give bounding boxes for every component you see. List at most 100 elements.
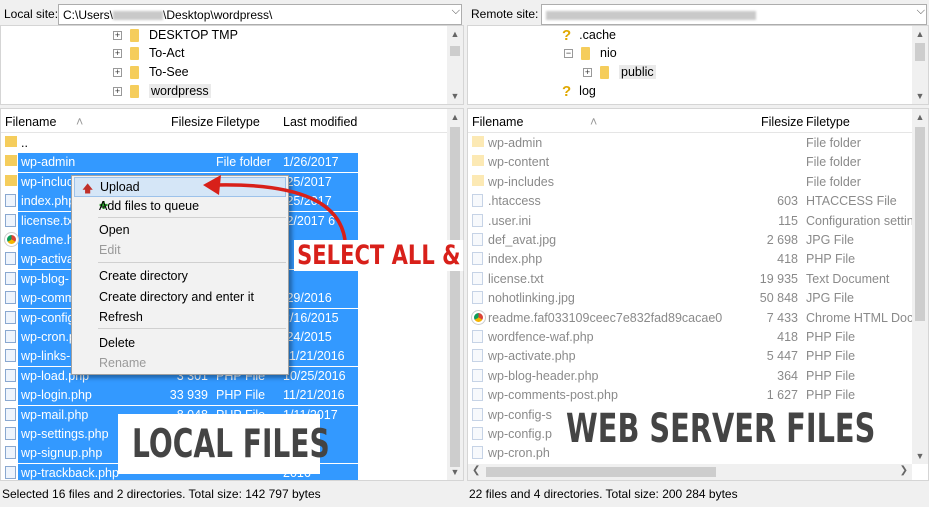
scroll-up-icon[interactable]: ▲ — [912, 26, 928, 42]
file-icon — [5, 271, 16, 285]
remote-hscrollbar[interactable]: ❮ ❯ — [468, 464, 912, 480]
table-row[interactable]: license.txt 19 935 Text Document — [468, 270, 913, 289]
scroll-thumb[interactable] — [450, 46, 460, 56]
local-list-scrollbar[interactable]: ▲ ▼ — [447, 109, 463, 480]
scroll-thumb[interactable] — [486, 467, 716, 477]
col-filetype[interactable]: Filetype — [216, 115, 260, 129]
menu-label: Open — [99, 223, 130, 237]
col-filename[interactable]: Filename — [5, 115, 56, 129]
table-row[interactable]: .. — [1, 134, 446, 153]
tree-item[interactable]: ? .cache — [562, 26, 616, 44]
table-row[interactable]: wp-login.php 33 939 PHP File 11/21/2016 — [1, 386, 446, 405]
scroll-up-icon[interactable]: ▲ — [447, 109, 463, 125]
file-name: wp-activate.php — [488, 349, 576, 364]
file-icon — [472, 233, 483, 246]
menu-item-rename: Rename — [72, 353, 288, 373]
menu-separator — [98, 262, 286, 263]
expand-icon[interactable]: + — [113, 86, 122, 96]
chevron-down-icon[interactable]: ⌵ — [917, 5, 925, 18]
file-size: 418 — [777, 330, 798, 344]
table-row[interactable]: .user.ini 115 Configuration settin — [468, 212, 914, 231]
table-row[interactable]: wp-activate.php 5 447 PHP File — [468, 347, 913, 366]
table-row[interactable]: wp-admin File folder — [468, 134, 913, 153]
tree-item[interactable]: ? log — [562, 82, 596, 100]
file-name: def_avat.jpg — [488, 233, 557, 247]
table-row[interactable]: index.php 418 PHP File — [468, 250, 913, 269]
file-name: wp-signup.php — [21, 446, 103, 461]
scroll-right-icon[interactable]: ❯ — [900, 465, 908, 476]
col-filename[interactable]: Filename — [472, 115, 523, 129]
col-filesize[interactable]: Filesize — [171, 115, 213, 129]
scroll-down-icon[interactable]: ▼ — [447, 88, 463, 104]
file-size: 603 — [777, 194, 798, 209]
table-row[interactable]: wp-comments-post.php 1 627 PHP File — [468, 386, 913, 405]
menu-item-delete[interactable]: Delete — [72, 333, 288, 353]
table-row[interactable]: wp-content File folder — [468, 153, 913, 172]
table-row[interactable]: wordfence-waf.php 418 PHP File — [468, 328, 913, 347]
scroll-down-icon[interactable]: ▼ — [447, 464, 463, 480]
menu-item-refresh[interactable]: Refresh — [72, 307, 288, 327]
scroll-up-icon[interactable]: ▲ — [447, 26, 463, 42]
annotation-arrow — [203, 175, 347, 241]
file-type: PHP File — [806, 252, 856, 267]
table-row[interactable]: wp-blog-header.php 364 PHP File — [468, 367, 913, 386]
tree-scrollbar[interactable]: ▲ ▼ — [912, 26, 928, 104]
expand-icon[interactable]: + — [113, 67, 122, 77]
menu-separator — [98, 328, 286, 329]
local-site-input[interactable]: C:\Users\ \Desktop\wordpress\ — [58, 4, 462, 25]
scroll-down-icon[interactable]: ▼ — [912, 448, 928, 464]
scroll-thumb[interactable] — [915, 43, 925, 61]
file-icon — [5, 388, 16, 402]
file-icon — [5, 407, 16, 421]
chevron-down-icon[interactable]: ⌵ — [452, 5, 460, 18]
remote-site-input[interactable] — [541, 4, 927, 25]
file-icon — [5, 446, 16, 460]
col-filesize[interactable]: Filesize — [761, 115, 803, 129]
file-size: 33 939 — [169, 388, 208, 403]
file-name: wp-admin — [21, 155, 76, 170]
chrome-icon — [4, 232, 19, 247]
file-name: license.tx — [21, 213, 74, 228]
scroll-thumb[interactable] — [915, 127, 925, 321]
remote-list-scrollbar[interactable]: ▲ ▼ — [912, 109, 928, 464]
menu-item-create-directory-enter[interactable]: Create directory and enter it — [72, 287, 288, 307]
file-name: .. — [21, 136, 28, 150]
file-type: File folder — [806, 136, 861, 150]
menu-item-create-directory[interactable]: Create directory — [72, 266, 288, 286]
scroll-thumb[interactable] — [450, 127, 460, 467]
tree-label: public — [619, 65, 656, 79]
collapse-icon[interactable]: − — [564, 48, 573, 58]
tree-item[interactable]: + To-Act — [113, 44, 184, 62]
tree-label: log — [579, 84, 596, 98]
menu-label: Create directory and enter it — [99, 290, 254, 304]
table-row[interactable]: wp-includes File folder — [468, 173, 913, 192]
local-directory-tree: + DESKTOP TMP + To-Act + To-See + wordpress … — [0, 25, 464, 105]
menu-label: Delete — [99, 336, 136, 350]
tree-item-public[interactable]: + public — [583, 63, 656, 81]
arrow-curve — [214, 183, 347, 241]
table-row[interactable]: readme.faf033109ceec7e832fad89cacae0 7 43… — [468, 309, 920, 328]
table-row[interactable]: nohotlinking.jpg 50 848 JPG File — [468, 289, 913, 308]
table-row[interactable]: .htaccess 603 HTACCESS File — [468, 192, 913, 211]
tree-label: To-See — [149, 65, 189, 79]
scroll-down-icon[interactable]: ▼ — [912, 88, 928, 104]
col-modified[interactable]: Last modified — [283, 115, 357, 129]
tree-item-wordpress[interactable]: + wordpress — [113, 82, 211, 100]
select-all-annotation: SELECT ALL & — [294, 240, 464, 271]
tree-item[interactable]: + To-See — [113, 63, 189, 81]
expand-icon[interactable]: + — [583, 67, 592, 77]
file-icon — [472, 446, 483, 460]
table-row[interactable]: def_avat.jpg 2 698 JPG File — [468, 231, 913, 250]
col-filetype[interactable]: Filetype — [806, 115, 850, 129]
file-icon — [5, 252, 16, 266]
scroll-up-icon[interactable]: ▲ — [912, 109, 928, 125]
scroll-left-icon[interactable]: ❮ — [472, 465, 480, 476]
expand-icon[interactable]: + — [113, 48, 122, 58]
tree-scrollbar[interactable]: ▲ ▼ — [447, 26, 463, 104]
tree-item[interactable]: + DESKTOP TMP — [113, 26, 238, 44]
expand-icon[interactable]: + — [113, 30, 122, 40]
file-modified: 2/16/2015 — [283, 310, 339, 325]
tree-item[interactable]: − nio — [564, 44, 617, 62]
file-name: readme.h — [21, 233, 74, 247]
list-header: Filename ˄ Filesize Filetype — [468, 109, 928, 133]
